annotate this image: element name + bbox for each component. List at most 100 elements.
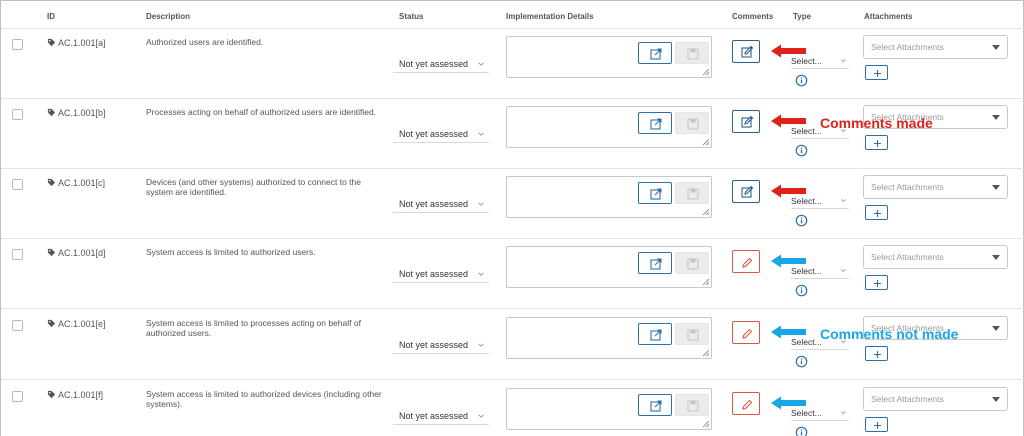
implementation-details-textarea[interactable]: [506, 176, 712, 218]
comment-not-made-button[interactable]: [732, 250, 760, 273]
open-editor-button[interactable]: [638, 182, 672, 204]
save-button[interactable]: [675, 252, 709, 274]
table-header: ID Description Status Implementation Det…: [1, 1, 1024, 29]
implementation-details-textarea[interactable]: [506, 36, 712, 78]
open-editor-button[interactable]: [638, 323, 672, 345]
info-icon[interactable]: [795, 144, 808, 157]
tag-icon: [47, 390, 56, 399]
header-status: Status: [399, 12, 424, 21]
status-value: Not yet assessed: [399, 269, 469, 279]
status-select[interactable]: Not yet assessed: [393, 265, 489, 283]
status-value: Not yet assessed: [399, 340, 469, 350]
attachments-placeholder: Select Attachments: [871, 252, 944, 262]
comment-made-button[interactable]: [732, 40, 760, 63]
resize-grip-icon[interactable]: [702, 138, 710, 146]
attachments-select[interactable]: Select Attachments: [863, 175, 1008, 199]
implementation-details-textarea[interactable]: [506, 388, 712, 430]
type-select[interactable]: Select...: [791, 263, 849, 279]
external-link-icon: [650, 258, 662, 270]
add-attachment-button[interactable]: [865, 205, 888, 220]
requirement-id: AC.1.001[f]: [58, 390, 104, 400]
save-button[interactable]: [675, 394, 709, 416]
status-select[interactable]: Not yet assessed: [393, 336, 489, 354]
status-select[interactable]: Not yet assessed: [393, 55, 489, 73]
open-editor-button[interactable]: [638, 42, 672, 64]
caret-down-icon: [992, 185, 1000, 190]
attachments-placeholder: Select Attachments: [871, 182, 944, 192]
external-link-icon: [650, 400, 662, 412]
implementation-details-textarea[interactable]: [506, 106, 712, 148]
chevron-down-icon: [478, 272, 484, 276]
open-editor-button[interactable]: [638, 112, 672, 134]
chevron-down-icon: [841, 199, 846, 203]
add-attachment-button[interactable]: [865, 346, 888, 361]
chevron-down-icon: [841, 411, 846, 415]
plus-icon: [874, 140, 881, 147]
edit-icon: [741, 185, 754, 198]
add-attachment-button[interactable]: [865, 135, 888, 150]
requirement-description: Processes acting on behalf of authorized…: [146, 107, 377, 117]
edit-icon: [741, 45, 754, 58]
save-button[interactable]: [675, 323, 709, 345]
status-select[interactable]: Not yet assessed: [393, 125, 489, 143]
status-value: Not yet assessed: [399, 199, 469, 209]
save-icon: [687, 400, 699, 412]
row-checkbox[interactable]: [12, 109, 23, 120]
resize-grip-icon[interactable]: [702, 420, 710, 428]
info-icon[interactable]: [795, 426, 808, 436]
requirement-id: AC.1.001[a]: [58, 38, 106, 48]
info-icon[interactable]: [795, 74, 808, 87]
save-button[interactable]: [675, 42, 709, 64]
attachments-select[interactable]: Select Attachments: [863, 245, 1008, 269]
plus-icon: [874, 280, 881, 287]
status-select[interactable]: Not yet assessed: [393, 195, 489, 213]
header-attachments: Attachments: [864, 12, 913, 21]
caret-down-icon: [992, 326, 1000, 331]
resize-grip-icon[interactable]: [702, 349, 710, 357]
external-link-icon: [650, 329, 662, 341]
attachments-placeholder: Select Attachments: [871, 394, 944, 404]
add-attachment-button[interactable]: [865, 275, 888, 290]
resize-grip-icon[interactable]: [702, 208, 710, 216]
requirement-description: System access is limited to processes ac…: [146, 318, 361, 338]
comment-not-made-button[interactable]: [732, 392, 760, 415]
add-attachment-button[interactable]: [865, 417, 888, 432]
status-select[interactable]: Not yet assessed: [393, 407, 489, 425]
tag-icon: [47, 319, 56, 328]
pencil-icon: [742, 328, 753, 339]
save-button[interactable]: [675, 182, 709, 204]
open-editor-button[interactable]: [638, 394, 672, 416]
attachments-select[interactable]: Select Attachments: [863, 387, 1008, 411]
status-value: Not yet assessed: [399, 411, 469, 421]
info-icon[interactable]: [795, 284, 808, 297]
tag-icon: [47, 248, 56, 257]
row-checkbox[interactable]: [12, 391, 23, 402]
type-select[interactable]: Select...: [791, 405, 849, 421]
comment-made-button[interactable]: [732, 180, 760, 203]
attachments-select[interactable]: Select Attachments: [863, 35, 1008, 59]
annotation-comments-made: Comments made: [820, 115, 933, 131]
type-value: Select...: [791, 337, 822, 347]
info-icon[interactable]: [795, 214, 808, 227]
resize-grip-icon[interactable]: [702, 68, 710, 76]
chevron-down-icon: [841, 59, 846, 63]
row-checkbox[interactable]: [12, 179, 23, 190]
row-checkbox[interactable]: [12, 249, 23, 260]
row-checkbox[interactable]: [12, 320, 23, 331]
table-row: AC.1.001[e] System access is limited to …: [1, 310, 1024, 380]
type-select[interactable]: Select...: [791, 193, 849, 209]
implementation-details-textarea[interactable]: [506, 246, 712, 288]
caret-down-icon: [992, 397, 1000, 402]
comment-made-button[interactable]: [732, 110, 760, 133]
row-checkbox[interactable]: [12, 39, 23, 50]
type-select[interactable]: Select...: [791, 53, 849, 69]
comment-not-made-button[interactable]: [732, 321, 760, 344]
open-editor-button[interactable]: [638, 252, 672, 274]
info-icon[interactable]: [795, 355, 808, 368]
save-button[interactable]: [675, 112, 709, 134]
requirement-id: AC.1.001[b]: [58, 108, 106, 118]
chevron-down-icon: [478, 343, 484, 347]
resize-grip-icon[interactable]: [702, 278, 710, 286]
add-attachment-button[interactable]: [865, 65, 888, 80]
implementation-details-textarea[interactable]: [506, 317, 712, 359]
